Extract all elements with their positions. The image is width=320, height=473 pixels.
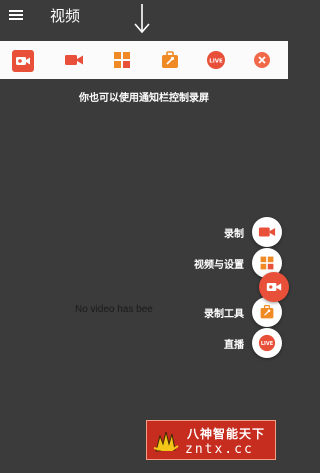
menu-icon[interactable] <box>9 10 23 20</box>
live-icon: LIVE <box>258 334 276 352</box>
fab-videos-settings-row: 视频与设置 <box>132 248 282 278</box>
fab-tools-row: 录制工具 <box>132 297 282 327</box>
fab-record-row: 录制 <box>132 217 282 247</box>
fab-videos-settings-label: 视频与设置 <box>194 260 244 271</box>
video-camera-icon <box>258 227 276 237</box>
toolbox-icon[interactable] <box>160 50 180 70</box>
fab-live-label: 直播 <box>224 340 244 351</box>
svg-text:LIVE: LIVE <box>209 58 223 64</box>
toolbox-icon <box>260 304 274 319</box>
floating-recorder-bubble[interactable] <box>259 272 289 302</box>
notification-control-bar: LIVE <box>0 41 288 79</box>
watermark-line2: zntx.cc <box>185 442 254 457</box>
fab-tools-label: 录制工具 <box>204 309 244 320</box>
watermark: 八神智能天下 zntx.cc <box>146 420 276 460</box>
recorder-app-icon[interactable] <box>12 50 34 72</box>
notification-hint: 你也可以使用通知栏控制录屏 <box>79 93 209 104</box>
recorder-bubble-icon <box>266 283 282 291</box>
svg-text:LIVE: LIVE <box>261 341 274 347</box>
grid-icon <box>260 256 274 270</box>
watermark-line1: 八神智能天下 <box>187 427 266 441</box>
live-icon[interactable]: LIVE <box>206 50 226 70</box>
fab-record-label: 录制 <box>224 229 244 240</box>
record-video-icon[interactable] <box>64 50 84 70</box>
fab-live-row: 直播 LIVE <box>132 328 282 358</box>
page-title: 视频 <box>50 7 81 25</box>
grid-tools-icon[interactable] <box>112 50 132 70</box>
record-button[interactable] <box>252 217 282 247</box>
live-button[interactable]: LIVE <box>252 328 282 358</box>
hand-logo-icon <box>150 424 182 456</box>
close-icon[interactable] <box>252 50 272 70</box>
arrow-down-icon <box>134 4 150 34</box>
